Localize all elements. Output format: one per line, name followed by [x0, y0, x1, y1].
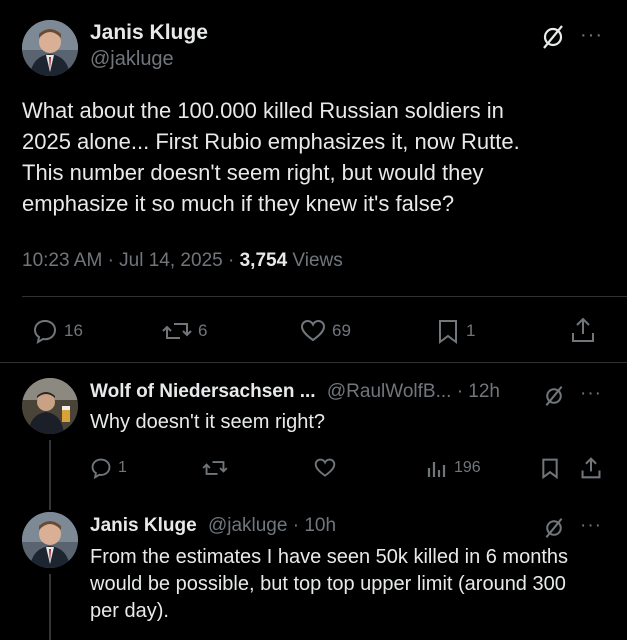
reply-button[interactable]: 1 — [90, 457, 127, 479]
post-text-line: 2025 alone... First Rubio emphasizes it,… — [22, 129, 520, 154]
share-button[interactable] — [570, 316, 596, 344]
like-icon — [300, 318, 326, 344]
meta-separator: · — [456, 381, 464, 402]
post-meta: 10:23 AM · Jul 14, 2025 · 3,754 Views — [22, 250, 343, 272]
reply-header: Wolf of Niedersachsen ... @RaulWolfB... … — [90, 381, 500, 403]
post-time[interactable]: 10:23 AM — [22, 250, 102, 271]
views-button[interactable]: 196 — [426, 457, 481, 479]
share-button[interactable] — [580, 456, 602, 480]
repost-count: 6 — [198, 321, 208, 340]
avatar[interactable] — [22, 20, 78, 76]
post-text-line: emphasize it so much if they knew it's f… — [22, 191, 455, 216]
reply-header: Janis Kluge @jakluge · 10h — [90, 515, 336, 537]
reply-text: From the estimates I have seen 50k kille… — [90, 544, 620, 625]
bookmark-count: 1 — [466, 321, 476, 340]
thread-line — [49, 440, 51, 510]
views-count: 3,754 — [239, 250, 288, 271]
like-count: 69 — [332, 321, 351, 340]
divider — [0, 362, 627, 363]
more-icon[interactable]: ··· — [580, 24, 603, 47]
grok-icon[interactable] — [543, 385, 565, 407]
repost-icon — [162, 318, 192, 344]
author-handle[interactable]: @jakluge — [208, 515, 288, 536]
more-icon[interactable]: ··· — [580, 383, 602, 405]
reply-button[interactable]: 16 — [32, 318, 83, 344]
post-text: What about the 100.000 killed Russian so… — [22, 95, 612, 219]
like-icon — [314, 457, 336, 479]
reply-icon — [90, 457, 112, 479]
like-button[interactable]: 69 — [300, 318, 351, 344]
reply-icon — [32, 318, 58, 344]
reply-count: 16 — [64, 321, 83, 340]
bookmark-button[interactable]: 1 — [436, 318, 475, 344]
avatar[interactable] — [22, 512, 78, 568]
post-date[interactable]: Jul 14, 2025 — [119, 250, 223, 271]
meta-separator: · — [227, 250, 235, 271]
meta-separator: · — [107, 250, 114, 271]
grok-icon[interactable] — [543, 517, 565, 539]
reply-age[interactable]: 12h — [468, 381, 500, 402]
reply-text: Why doesn't it seem right? — [90, 411, 326, 433]
views-label: Views — [292, 250, 343, 271]
reply-age[interactable]: 10h — [304, 515, 336, 536]
reply-text-line: From the estimates I have seen 50k kille… — [90, 546, 569, 568]
more-icon[interactable]: ··· — [580, 515, 602, 537]
repost-button[interactable] — [202, 457, 228, 479]
reply-text-line: would be possible, but top top upper lim… — [90, 573, 566, 595]
author-name[interactable]: Wolf of Niedersachsen ... — [90, 381, 316, 402]
divider — [22, 296, 627, 297]
thread-line — [49, 574, 51, 640]
avatar[interactable] — [22, 378, 78, 434]
share-icon — [570, 316, 596, 344]
author-handle[interactable]: @RaulWolfB... — [327, 381, 452, 402]
author-name[interactable]: Janis Kluge — [90, 515, 197, 536]
grok-icon[interactable] — [540, 24, 566, 50]
author-name[interactable]: Janis Kluge — [90, 21, 208, 45]
repost-icon — [202, 457, 228, 479]
views-icon — [426, 457, 448, 479]
post-text-line: What about the 100.000 killed Russian so… — [22, 98, 504, 123]
meta-separator: · — [292, 515, 300, 536]
views-count: 196 — [454, 459, 481, 476]
like-button[interactable] — [314, 457, 336, 479]
bookmark-button[interactable] — [540, 457, 560, 479]
post-text-line: This number doesn't seem right, but woul… — [22, 160, 484, 185]
share-icon — [580, 456, 602, 480]
author-handle[interactable]: @jakluge — [90, 48, 174, 71]
reply-count: 1 — [118, 459, 127, 476]
reply-text-line: per day). — [90, 600, 169, 622]
bookmark-icon — [436, 318, 460, 344]
repost-button[interactable]: 6 — [162, 318, 207, 344]
bookmark-icon — [540, 457, 560, 479]
